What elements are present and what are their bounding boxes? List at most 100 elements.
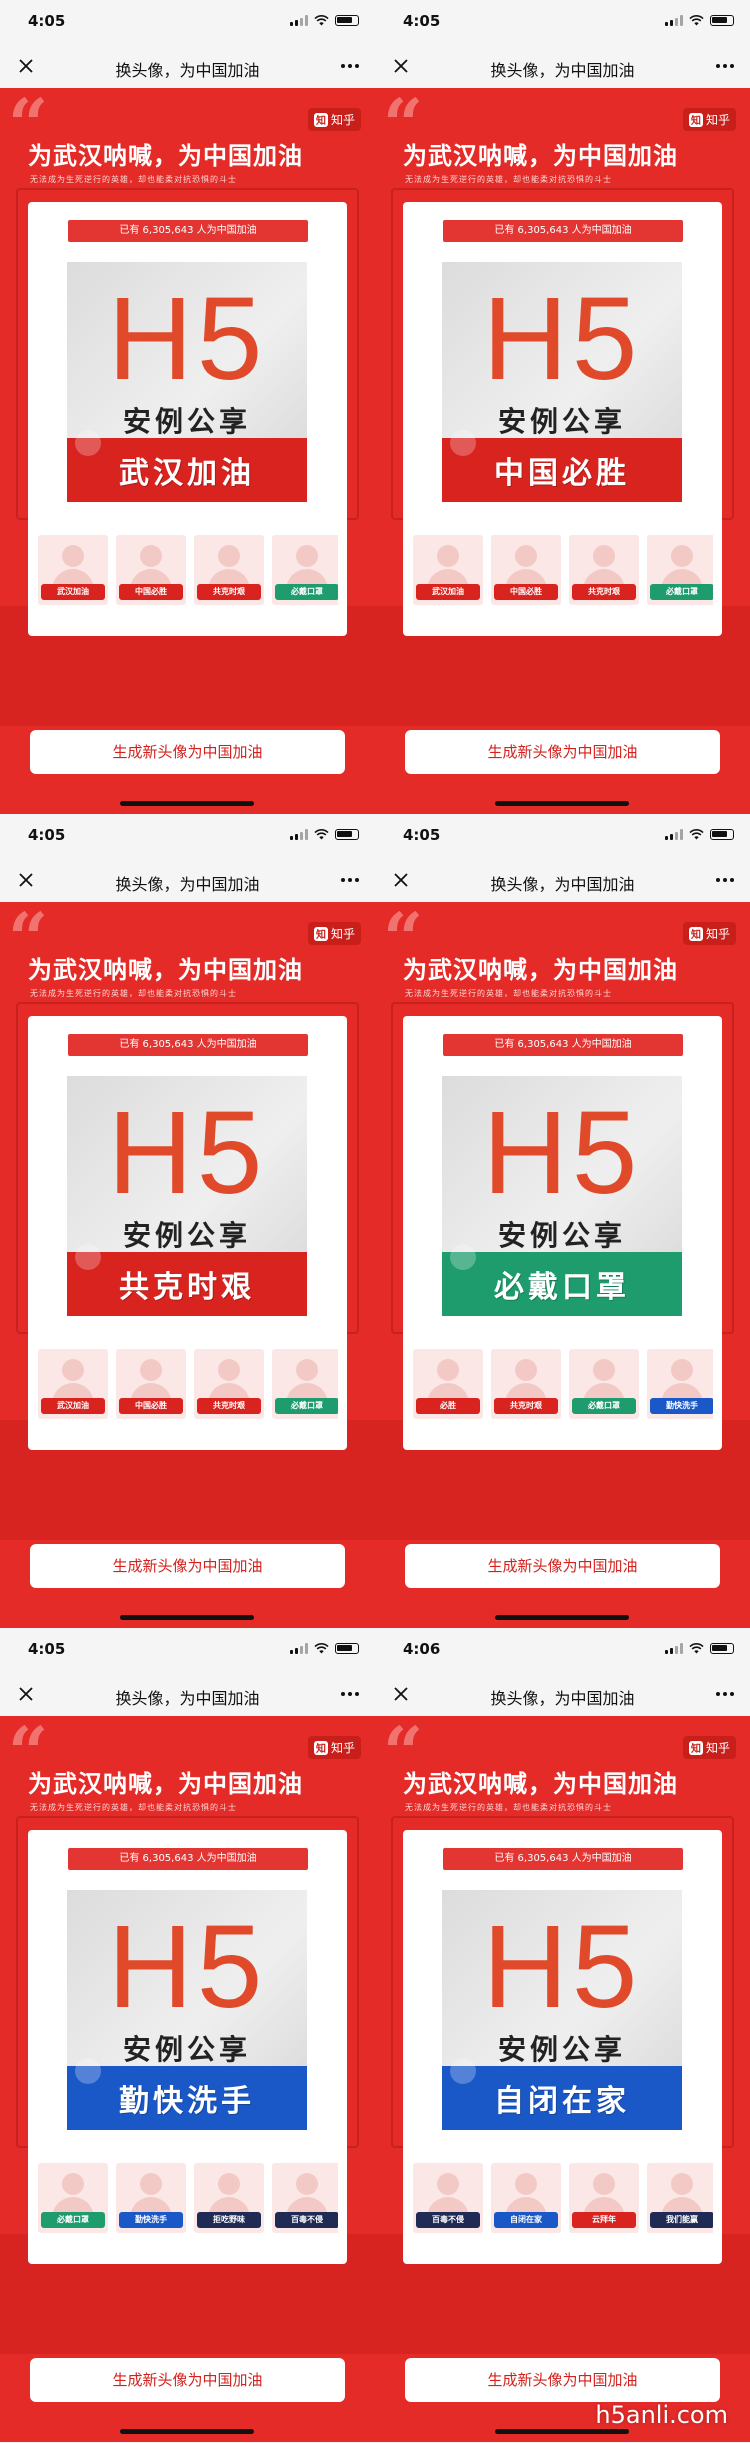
status-icons: [665, 1643, 734, 1654]
avatar-placeholder-head: [296, 545, 318, 567]
battery-icon: [335, 1643, 359, 1654]
frame-option-label: 自闭在家: [494, 2212, 558, 2228]
avatar-placeholder-head: [515, 545, 537, 567]
subline: 无法成为生死逆行的英雄，却也能柔对抗恐惧的斗士: [30, 989, 237, 998]
avatar-frame-banner: 武汉加油: [67, 430, 307, 502]
wifi-icon: [314, 15, 329, 26]
frame-selector[interactable]: 必戴口罩 勤快洗手 拒吃野味 百毒不侵: [38, 2163, 338, 2233]
frame-option[interactable]: 拒吃野味: [194, 2163, 264, 2233]
frame-option-label: 武汉加油: [41, 1398, 105, 1414]
status-bar: 4:05: [375, 814, 750, 860]
battery-icon: [335, 15, 359, 26]
frame-option-label: 必戴口罩: [275, 584, 338, 600]
participant-count-ribbon: 已有 6,305,643 人为中国加油: [435, 220, 691, 246]
more-options-icon[interactable]: [339, 1688, 361, 1700]
battery-icon: [710, 829, 734, 840]
frame-option[interactable]: 百毒不侵: [413, 2163, 483, 2233]
generate-avatar-button[interactable]: 生成新头像为中国加油: [405, 730, 720, 774]
avatar-placeholder-head: [62, 1359, 84, 1381]
participant-count-ribbon: 已有 6,305,643 人为中国加油: [60, 220, 316, 246]
cellular-signal-icon: [290, 1643, 308, 1654]
banner-decoration-icon: [450, 430, 476, 456]
frame-selector[interactable]: 必胜 共克时艰 必戴口罩 勤快洗手 拒吃: [413, 1349, 713, 1419]
frame-option[interactable]: 必戴口罩: [272, 1349, 338, 1419]
frame-option-label: 云拜年: [572, 2212, 636, 2228]
avatar-preview: H5 安例公享 中国必胜: [442, 262, 682, 502]
more-options-icon[interactable]: [714, 1688, 736, 1700]
avatar-frame-banner: 自闭在家: [442, 2058, 682, 2130]
zhihu-label: 知乎: [705, 927, 730, 941]
zhihu-icon: 知: [313, 1740, 328, 1755]
frame-option[interactable]: 武汉加油: [38, 1349, 108, 1419]
generate-avatar-button[interactable]: 生成新头像为中国加油: [405, 1544, 720, 1588]
frame-selector[interactable]: 武汉加油 中国必胜 共克时艰 必戴口罩: [38, 535, 338, 605]
avatar-preview: H5 安例公享 共克时艰: [67, 1076, 307, 1316]
frame-option[interactable]: 共克时艰: [194, 535, 264, 605]
frame-option[interactable]: 武汉加油: [413, 535, 483, 605]
battery-icon: [335, 829, 359, 840]
preview-share-text: 安例公享: [122, 2033, 251, 2066]
avatar-placeholder-head: [62, 545, 84, 567]
avatar-frame-banner: 共克时艰: [67, 1244, 307, 1316]
frame-option[interactable]: 必胜: [413, 1349, 483, 1419]
avatar-frame-banner: 中国必胜: [442, 430, 682, 502]
generate-avatar-button[interactable]: 生成新头像为中国加油: [30, 1544, 345, 1588]
banner-text: 共克时艰: [119, 1270, 255, 1305]
frame-option[interactable]: 勤快洗手: [647, 1349, 713, 1419]
preview-share-text: 安例公享: [497, 405, 626, 438]
frame-option-label: 必戴口罩: [572, 1398, 636, 1414]
status-time: 4:06: [403, 1640, 441, 1658]
frame-option-label: 我们能赢: [650, 2212, 713, 2228]
campaign-page: “ 知 知乎 为武汉呐喊，为中国加油 无法成为生死逆行的英雄，却也能柔对抗恐惧的…: [375, 1716, 750, 2442]
page-title: 换头像，为中国加油: [115, 61, 260, 80]
frame-option[interactable]: 必戴口罩: [272, 535, 338, 605]
avatar-placeholder-head: [593, 545, 615, 567]
status-time: 4:05: [403, 12, 441, 30]
generate-avatar-button[interactable]: 生成新头像为中国加油: [30, 2358, 345, 2402]
avatar-placeholder-head: [437, 1359, 459, 1381]
avatar-placeholder-head: [140, 1359, 162, 1381]
frame-option[interactable]: 云拜年: [569, 2163, 639, 2233]
status-bar: 4:06: [375, 1628, 750, 1674]
status-icons: [665, 15, 734, 26]
frame-option[interactable]: 必戴口罩: [38, 2163, 108, 2233]
avatar-placeholder-head: [62, 2173, 84, 2195]
generate-avatar-button[interactable]: 生成新头像为中国加油: [405, 2358, 720, 2402]
avatar-placeholder-head: [671, 1359, 693, 1381]
frame-option[interactable]: 中国必胜: [116, 535, 186, 605]
frame-option-label: 勤快洗手: [650, 1398, 713, 1414]
frame-selector[interactable]: 百毒不侵 自闭在家 云拜年 我们能赢: [413, 2163, 713, 2233]
banner-text: 中国必胜: [494, 456, 630, 491]
frame-selector[interactable]: 武汉加油 中国必胜 共克时艰 必戴口罩: [38, 1349, 338, 1419]
home-indicator: [120, 1615, 254, 1620]
frame-option[interactable]: 中国必胜: [491, 535, 561, 605]
more-options-icon[interactable]: [339, 874, 361, 886]
frame-option-label: 共克时艰: [572, 584, 636, 600]
frame-option[interactable]: 共克时艰: [569, 535, 639, 605]
frame-option[interactable]: 勤快洗手: [116, 2163, 186, 2233]
generate-avatar-button[interactable]: 生成新头像为中国加油: [30, 730, 345, 774]
avatar-frame-banner: 必戴口罩: [442, 1244, 682, 1316]
frame-option[interactable]: 百毒不侵: [272, 2163, 338, 2233]
more-options-icon[interactable]: [339, 60, 361, 72]
banner-text: 勤快洗手: [119, 2084, 255, 2119]
frame-option[interactable]: 自闭在家: [491, 2163, 561, 2233]
frame-option[interactable]: 武汉加油: [38, 535, 108, 605]
avatar-placeholder-head: [218, 2173, 240, 2195]
campaign-page: “ 知 知乎 为武汉呐喊，为中国加油 无法成为生死逆行的英雄，却也能柔对抗恐惧的…: [0, 902, 375, 1628]
page-title: 换头像，为中国加油: [490, 61, 635, 80]
frame-option[interactable]: 共克时艰: [194, 1349, 264, 1419]
status-bar: 4:05: [0, 0, 375, 46]
frame-option[interactable]: 我们能赢: [647, 2163, 713, 2233]
status-icons: [290, 829, 359, 840]
avatar-placeholder-head: [437, 2173, 459, 2195]
zhihu-logo: 知 知乎: [682, 1736, 736, 1759]
frame-option[interactable]: 中国必胜: [116, 1349, 186, 1419]
frame-option[interactable]: 必戴口罩: [569, 1349, 639, 1419]
cellular-signal-icon: [665, 829, 683, 840]
frame-option[interactable]: 必戴口罩: [647, 535, 713, 605]
more-options-icon[interactable]: [714, 874, 736, 886]
frame-option[interactable]: 共克时艰: [491, 1349, 561, 1419]
frame-selector[interactable]: 武汉加油 中国必胜 共克时艰 必戴口罩: [413, 535, 713, 605]
more-options-icon[interactable]: [714, 60, 736, 72]
